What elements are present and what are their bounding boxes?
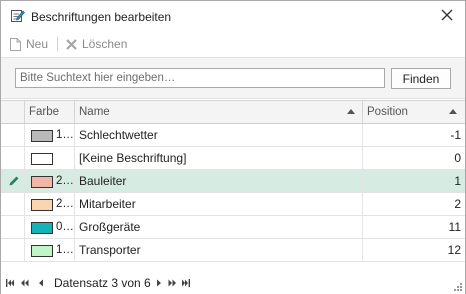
row-indicator[interactable]: [1, 193, 25, 215]
pencil-edit-icon: [9, 176, 19, 186]
position-cell[interactable]: 0: [363, 147, 465, 169]
delete-button-label: Löschen: [82, 37, 128, 51]
sort-ascending-icon: [347, 109, 355, 114]
table-row[interactable]: 0… Großgeräte 11: [1, 216, 465, 239]
color-code: 2…: [56, 175, 74, 187]
color-swatch: [31, 130, 53, 142]
row-indicator[interactable]: [1, 216, 25, 238]
new-document-icon: [10, 37, 21, 51]
delete-button[interactable]: Löschen: [65, 35, 127, 53]
name-cell[interactable]: Mitarbeiter: [75, 193, 363, 215]
color-cell[interactable]: 1…: [25, 124, 75, 146]
record-navigator: Datensatz 3 von 6: [1, 272, 465, 294]
previous-page-icon[interactable]: [20, 277, 30, 289]
name-cell[interactable]: Transporter: [75, 239, 363, 261]
position-cell[interactable]: 2: [363, 193, 465, 215]
next-page-icon[interactable]: [167, 277, 177, 289]
color-cell[interactable]: 1…: [25, 239, 75, 261]
toolbar: Neu Löschen: [1, 31, 465, 57]
sort-ascending-icon: [449, 109, 457, 114]
search-input[interactable]: [15, 68, 385, 88]
edit-document-icon: [11, 10, 25, 22]
name-cell[interactable]: [Keine Beschriftung]: [75, 147, 363, 169]
name-cell[interactable]: Schlechtwetter: [75, 124, 363, 146]
new-button-label: Neu: [26, 37, 49, 51]
color-swatch: [31, 222, 53, 234]
table-row[interactable]: [Keine Beschriftung] 0: [1, 147, 465, 170]
column-header-color[interactable]: Farbe: [25, 101, 75, 123]
color-cell[interactable]: 2…: [25, 193, 75, 215]
table-row[interactable]: 1… Transporter 12: [1, 239, 465, 262]
table-row[interactable]: 1… Schlechtwetter -1: [1, 124, 465, 147]
find-button[interactable]: Finden: [391, 68, 451, 89]
row-indicator[interactable]: [1, 147, 25, 169]
labels-grid: Farbe Name Position 1… Schlechtwetter -1: [1, 100, 465, 262]
resize-grip-icon[interactable]: [453, 282, 463, 292]
search-panel: Finden: [1, 57, 465, 99]
grid-header: Farbe Name Position: [1, 100, 465, 124]
table-row[interactable]: 2… Bauleiter 1: [1, 170, 465, 193]
table-row[interactable]: 2… Mitarbeiter 2: [1, 193, 465, 216]
delete-x-icon: [66, 38, 77, 50]
edit-labels-dialog: Beschriftungen bearbeiten Neu Löschen Fi…: [0, 0, 466, 294]
position-cell[interactable]: -1: [363, 124, 465, 146]
row-indicator[interactable]: [1, 239, 25, 261]
color-cell[interactable]: 0…: [25, 216, 75, 238]
column-header-position-label: Position: [367, 106, 408, 118]
color-swatch: [31, 153, 53, 165]
color-cell[interactable]: [25, 147, 75, 169]
first-record-icon[interactable]: [5, 277, 15, 289]
color-code: 1…: [56, 244, 74, 256]
header-indicator-cell: [1, 101, 25, 123]
color-swatch: [31, 199, 53, 211]
color-swatch: [31, 176, 53, 188]
row-indicator[interactable]: [1, 124, 25, 146]
position-cell[interactable]: 1: [363, 170, 465, 192]
color-cell[interactable]: 2…: [25, 170, 75, 192]
close-icon[interactable]: [439, 7, 455, 23]
toolbar-separator: [57, 37, 58, 51]
last-record-icon[interactable]: [181, 277, 191, 289]
position-cell[interactable]: 12: [363, 239, 465, 261]
name-cell[interactable]: Großgeräte: [75, 216, 363, 238]
column-header-name-label: Name: [79, 106, 110, 118]
new-button[interactable]: Neu: [9, 35, 48, 53]
column-header-name[interactable]: Name: [75, 101, 363, 123]
name-cell[interactable]: Bauleiter: [75, 170, 363, 192]
title-bar: Beschriftungen bearbeiten: [1, 1, 465, 31]
color-code: 2…: [56, 198, 74, 210]
grid-rows: 1… Schlechtwetter -1 [Keine Beschriftung…: [1, 124, 465, 262]
color-code: 0…: [56, 221, 74, 233]
window-title: Beschriftungen bearbeiten: [31, 10, 172, 24]
next-record-icon[interactable]: [155, 277, 163, 289]
record-position-text: Datensatz 3 von 6: [54, 276, 151, 290]
previous-record-icon[interactable]: [37, 277, 45, 289]
column-header-color-label: Farbe: [29, 106, 60, 118]
position-cell[interactable]: 11: [363, 216, 465, 238]
color-swatch: [31, 245, 53, 257]
color-code: 1…: [56, 129, 74, 141]
row-indicator[interactable]: [1, 170, 25, 192]
column-header-position[interactable]: Position: [363, 101, 465, 123]
